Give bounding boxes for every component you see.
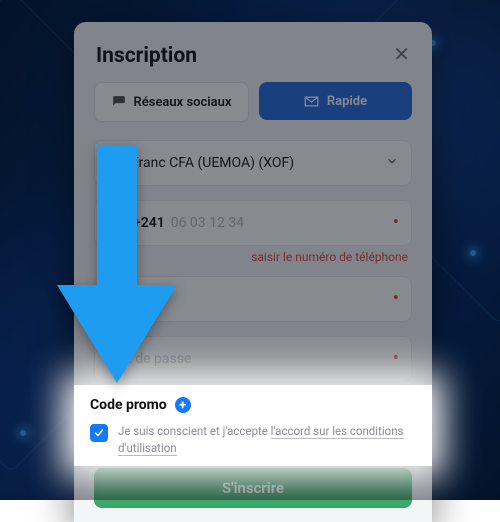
currency-select[interactable]: Franc CFA (UEMOA) (XOF) xyxy=(94,140,412,186)
envelope-icon xyxy=(304,94,319,109)
promo-row[interactable]: Code promo + xyxy=(90,397,416,413)
required-dot: • xyxy=(393,214,399,232)
currency-label: Franc CFA (UEMOA) (XOF) xyxy=(131,155,294,171)
tab-rapid[interactable]: Rapide xyxy=(259,82,412,120)
currency-icon xyxy=(107,155,123,171)
submit-label: S'inscrire xyxy=(222,479,284,497)
chevron-down-icon xyxy=(385,154,399,172)
tab-social[interactable]: Réseaux sociaux xyxy=(94,82,249,122)
highlight-strip: Code promo + Je suis conscient et j'acce… xyxy=(74,385,432,466)
promo-label: Code promo xyxy=(90,397,167,413)
required-dot: • xyxy=(393,290,399,308)
phone-error: saisir le numéro de téléphone xyxy=(94,250,408,264)
field-generic[interactable]: • xyxy=(94,276,412,322)
password-placeholder: Mot de passe xyxy=(107,351,191,367)
password-field[interactable]: Mot de passe • xyxy=(94,336,412,382)
check-icon xyxy=(93,427,105,439)
terms-prefix: Je suis conscient et j'accepte xyxy=(118,424,271,438)
required-dot: • xyxy=(393,350,399,368)
submit-button[interactable]: S'inscrire xyxy=(94,468,412,508)
plus-icon[interactable]: + xyxy=(175,397,191,413)
phone-field[interactable]: +241 06 03 12 34 • xyxy=(94,200,412,246)
gabon-flag-icon xyxy=(107,217,125,230)
tab-rapid-label: Rapide xyxy=(327,94,367,109)
tab-social-label: Réseaux sociaux xyxy=(134,95,232,110)
comment-icon xyxy=(112,95,126,109)
terms-row: Je suis conscient et j'accepte l'accord … xyxy=(90,423,416,456)
phone-placeholder: 06 03 12 34 xyxy=(171,215,244,231)
modal-title: Inscription xyxy=(96,44,412,68)
phone-prefix: +241 xyxy=(133,215,165,231)
terms-checkbox[interactable] xyxy=(90,424,108,442)
signup-tabs: Réseaux sociaux Rapide xyxy=(94,82,412,122)
terms-text: Je suis conscient et j'accepte l'accord … xyxy=(118,423,416,456)
close-icon[interactable]: ✕ xyxy=(393,44,410,64)
